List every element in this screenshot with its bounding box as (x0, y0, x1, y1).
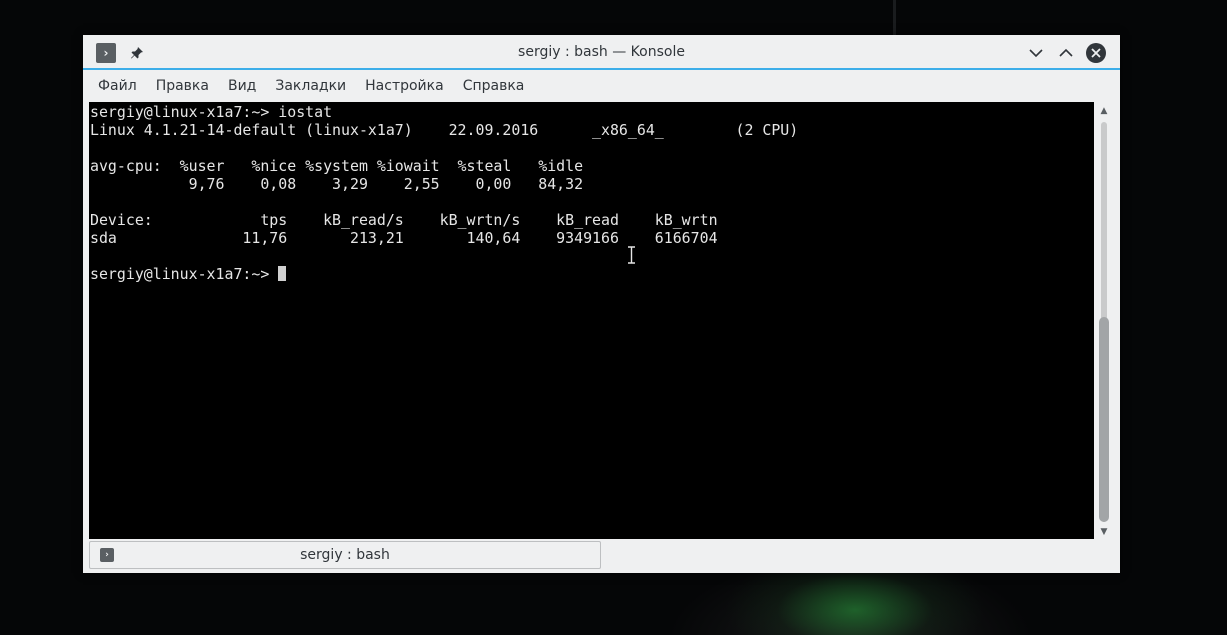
tab-sergiy-bash[interactable]: › sergiy : bash (89, 541, 601, 569)
terminal-scrollbar[interactable]: ▲ ▼ (1095, 102, 1113, 539)
desktop-decoration (893, 0, 896, 36)
maximize-button[interactable] (1056, 43, 1076, 63)
tab-label: sergiy : bash (300, 547, 390, 563)
close-button[interactable] (1086, 43, 1106, 63)
text-cursor (278, 266, 287, 281)
menu-help[interactable]: Справка (455, 72, 533, 100)
terminal-output: sergiy@linux-x1a7:~> iostat Linux 4.1.21… (90, 103, 798, 283)
terminal-prompt: sergiy@linux-x1a7:~> (90, 265, 279, 283)
chevron-down-icon (1029, 49, 1043, 58)
menu-file[interactable]: Файл (90, 72, 145, 100)
menu-edit[interactable]: Правка (148, 72, 217, 100)
terminal-line: Device: tps kB_read/s kB_wrtn/s kB_read … (90, 211, 718, 229)
terminal-line: Linux 4.1.21-14-default (linux-x1a7) 22.… (90, 121, 799, 139)
menu-bookmarks[interactable]: Закладки (267, 72, 354, 100)
tab-bar: › sergiy : bash (83, 539, 1120, 573)
menu-bar: Файл Правка Вид Закладки Настройка Справ… (83, 72, 1120, 100)
scroll-up-arrow-icon[interactable]: ▲ (1095, 104, 1113, 118)
scroll-down-arrow-icon[interactable]: ▼ (1095, 525, 1113, 539)
pin-icon[interactable] (127, 43, 147, 63)
menu-view[interactable]: Вид (220, 72, 264, 100)
terminal-line: sda 11,76 213,21 140,64 9349166 6166704 (90, 229, 718, 247)
menu-settings[interactable]: Настройка (357, 72, 452, 100)
minimize-button[interactable] (1026, 43, 1046, 63)
close-icon (1091, 48, 1101, 58)
terminal-line: avg-cpu: %user %nice %system %iowait %st… (90, 157, 584, 175)
window-title: sergiy : bash — Konsole (518, 44, 685, 60)
terminal-line: 9,76 0,08 3,29 2,55 0,00 84,32 (90, 175, 584, 193)
pin-icon-glyph (131, 47, 143, 59)
konsole-window: sergiy : bash — Konsole › Файл Правка Ви… (83, 35, 1120, 573)
ibeam-cursor-icon (628, 246, 635, 264)
terminal-line: sergiy@linux-x1a7:~> iostat (90, 103, 333, 121)
terminal-view[interactable]: sergiy@linux-x1a7:~> iostat Linux 4.1.21… (89, 102, 1094, 539)
terminal-icon[interactable]: › (96, 43, 116, 63)
title-bar[interactable]: sergiy : bash — Konsole › (83, 35, 1120, 70)
chevron-up-icon (1059, 48, 1073, 57)
scrollbar-thumb[interactable] (1099, 317, 1109, 522)
